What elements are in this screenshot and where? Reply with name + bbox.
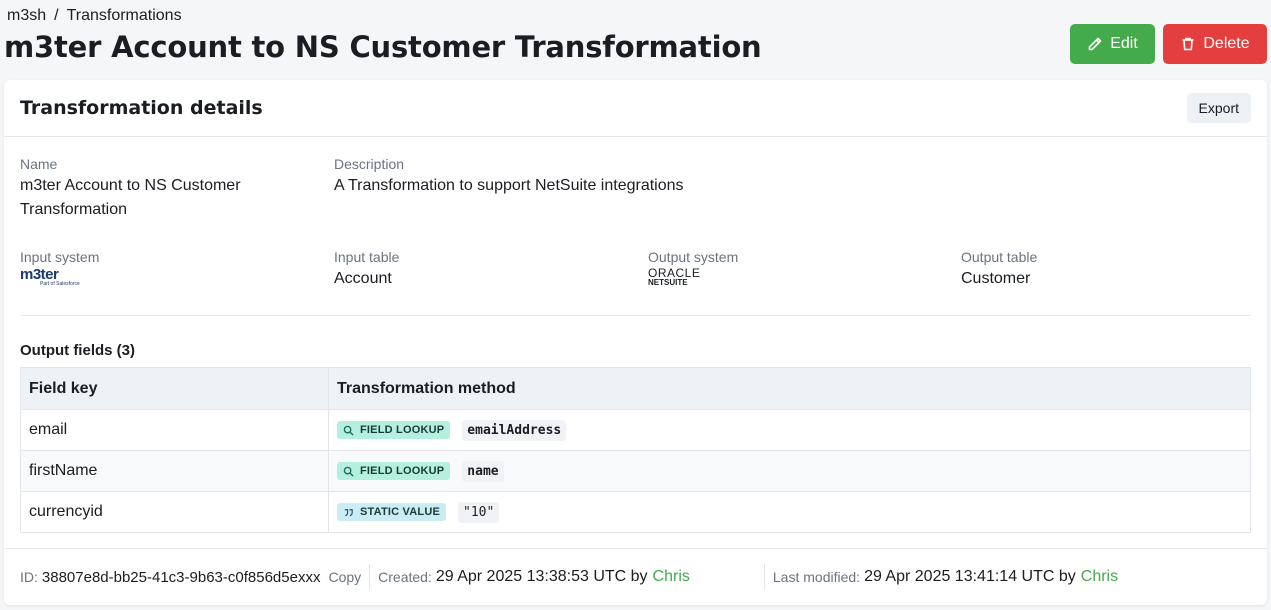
footer-separator <box>369 564 371 590</box>
method-cell: FIELD LOOKUP name <box>329 451 1250 491</box>
output-table-field: Output table Customer <box>961 249 1037 291</box>
search-icon <box>343 466 354 477</box>
id-value: 38807e8d-bb25-41c3-9b63-c0f856d5exxx <box>41 568 321 586</box>
input-table-label: Input table <box>334 249 400 265</box>
input-table-value: Account <box>334 270 392 287</box>
modified-by-link[interactable]: Chris <box>1081 568 1118 586</box>
description-field: Description A Transformation to support … <box>334 156 934 198</box>
field-key-cell: currencyid <box>21 492 329 532</box>
output-system-field: Output system ORACLE NETSUITE <box>648 249 738 287</box>
created-by-link[interactable]: Chris <box>653 568 690 586</box>
table-row: firstName FIELD LOOKUP name <box>21 450 1250 491</box>
breadcrumb-separator: / <box>54 7 59 24</box>
created-value: 29 Apr 2025 13:38:53 UTC by <box>435 568 648 585</box>
field-key-cell: email <box>21 410 329 450</box>
modified-label: Last modified: <box>772 569 861 585</box>
m3ter-logo: m3ter Part of Salesforce <box>20 266 80 287</box>
output-table-label: Output table <box>961 249 1038 265</box>
input-system-field: Input system m3ter Part of Salesforce <box>20 249 99 287</box>
field-key-cell: firstName <box>21 451 329 491</box>
modified-value: 29 Apr 2025 13:41:14 UTC by <box>864 568 1076 585</box>
table-row: currencyid STATIC VALUE "10" <box>21 491 1250 532</box>
breadcrumb-current[interactable]: Transformations <box>67 7 182 25</box>
name-label: Name <box>20 156 58 172</box>
id-label: ID: <box>20 569 38 585</box>
quote-icon <box>344 508 353 516</box>
field-lookup-badge: FIELD LOOKUP <box>337 462 451 480</box>
table-row: email FIELD LOOKUP emailAddress <box>21 409 1250 450</box>
output-fields-title: Output fields (3) <box>20 342 135 359</box>
copy-button[interactable]: Copy <box>328 569 361 585</box>
oracle-netsuite-logo: ORACLE NETSUITE <box>648 266 701 287</box>
output-fields-table: Field key Transformation method email FI… <box>20 367 1251 533</box>
static-value-badge: STATIC VALUE <box>337 503 447 521</box>
page-title: m3ter Account to NS Customer Transformat… <box>4 30 762 64</box>
name-field: Name m3ter Account to NS Customer Transf… <box>20 156 300 222</box>
description-label: Description <box>334 156 405 172</box>
trash-icon <box>1182 37 1194 51</box>
header-transformation-method: Transformation method <box>337 379 516 397</box>
edit-button[interactable]: Edit <box>1070 24 1155 64</box>
input-system-label: Input system <box>20 249 100 265</box>
output-table-value: Customer <box>961 270 1031 287</box>
delete-label: Delete <box>1203 35 1250 52</box>
search-icon <box>343 425 354 436</box>
card-footer: ID: 38807e8d-bb25-41c3-9b63-c0f856d5exxx… <box>4 548 1267 605</box>
field-value-code: "10" <box>458 501 500 523</box>
edit-label: Edit <box>1110 35 1138 52</box>
export-button[interactable]: Export <box>1186 93 1251 123</box>
name-value: m3ter Account to NS Customer Transformat… <box>20 177 241 218</box>
pencil-icon <box>1088 37 1102 51</box>
table-header-row: Field key Transformation method <box>21 368 1250 409</box>
footer-separator <box>763 564 765 590</box>
created-label: Created: <box>378 569 432 585</box>
divider <box>20 315 1251 316</box>
method-cell: STATIC VALUE "10" <box>329 492 1250 532</box>
field-value-code: emailAddress <box>462 419 567 441</box>
method-cell: FIELD LOOKUP emailAddress <box>329 410 1250 450</box>
delete-button[interactable]: Delete <box>1163 24 1267 64</box>
output-system-label: Output system <box>648 249 739 265</box>
card-title: Transformation details <box>20 97 263 119</box>
description-value: A Transformation to support NetSuite int… <box>334 177 684 194</box>
header-field-key: Field key <box>21 368 329 409</box>
breadcrumb-root[interactable]: m3sh <box>7 7 46 25</box>
field-lookup-badge: FIELD LOOKUP <box>337 421 451 439</box>
field-value-code: name <box>462 460 504 482</box>
transformation-details-card: Transformation details Export Name m3ter… <box>4 80 1267 605</box>
card-header: Transformation details Export <box>4 80 1267 137</box>
input-table-field: Input table Account <box>334 249 399 291</box>
breadcrumb: m3sh / Transformations <box>7 7 182 25</box>
